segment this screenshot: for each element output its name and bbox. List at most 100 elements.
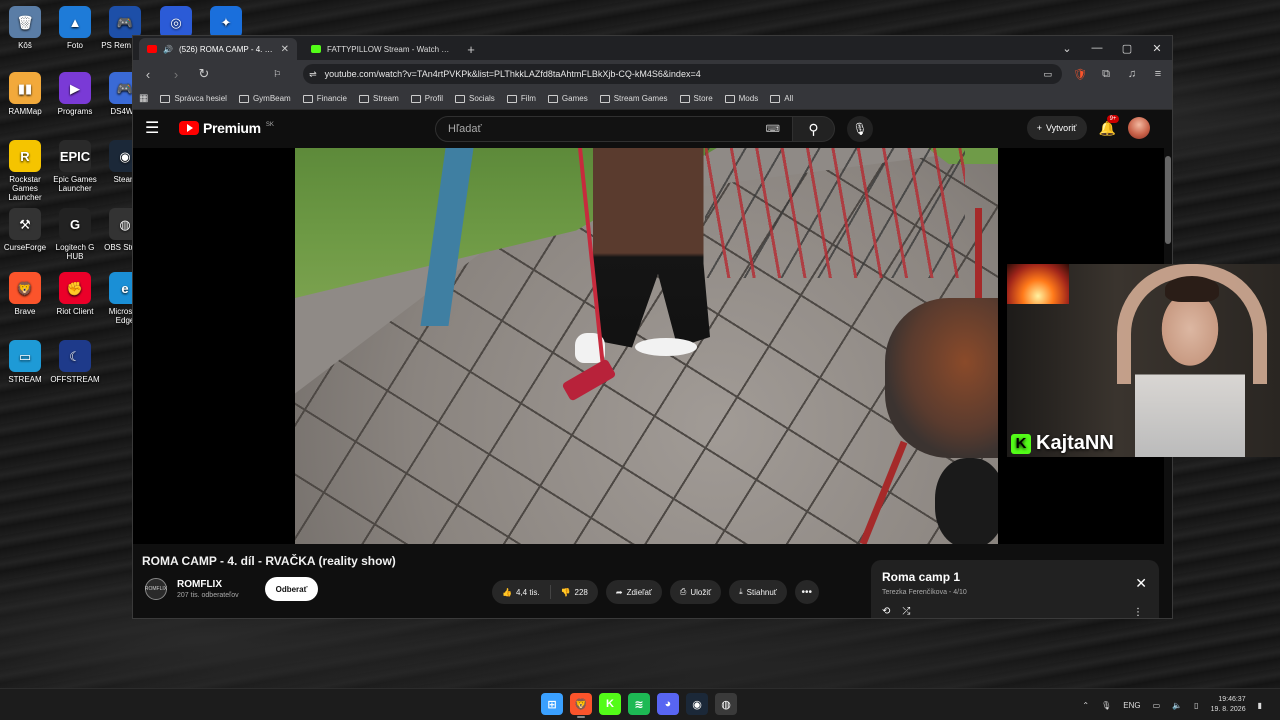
media-icon[interactable]: ♫: [1124, 68, 1140, 80]
bookmark-item[interactable]: GymBeam: [238, 94, 291, 103]
cast-icon[interactable]: ▭: [1043, 69, 1052, 80]
close-window-button[interactable]: ✕: [1142, 36, 1172, 60]
bookmark-item[interactable]: Financie: [302, 94, 347, 103]
scrollbar-thumb[interactable]: [1165, 156, 1171, 244]
back-icon[interactable]: ‹: [139, 67, 157, 82]
create-button[interactable]: + Vytvoriť: [1026, 116, 1087, 140]
bookmark-item[interactable]: Games: [547, 94, 588, 103]
brave-shield-icon[interactable]: 🛡: [1072, 68, 1088, 81]
download-button[interactable]: ⤓ Stiahnuť: [729, 580, 787, 604]
search-button[interactable]: ⚲: [793, 116, 835, 142]
url-field[interactable]: ⚐ ⇌ youtube.com/watch?v=TAn4rtPVKPk&list…: [273, 64, 1062, 84]
channel-info: ROMFLIX 207 tis. odberateľov: [177, 579, 239, 599]
notifications-button[interactable]: 🔔 9+: [1099, 114, 1120, 137]
channel-avatar[interactable]: ROMFLIX: [145, 578, 167, 600]
bookmark-item[interactable]: Store: [679, 94, 713, 103]
desktop-icon[interactable]: ▭ STREAM: [0, 340, 50, 384]
menu-icon[interactable]: ≡: [1150, 68, 1166, 80]
apps-grid-icon[interactable]: ▦: [139, 93, 148, 104]
taskbar-discord-icon[interactable]: ◕: [657, 693, 679, 715]
keyboard-icon[interactable]: ⌨: [766, 124, 780, 135]
youtube-logo[interactable]: Premium SK: [179, 120, 274, 136]
forward-icon[interactable]: ›: [167, 67, 185, 82]
desktop-icon[interactable]: R Rockstar Games Launcher: [0, 140, 50, 202]
close-playlist-icon[interactable]: ✕: [1135, 575, 1147, 592]
chevron-up-icon[interactable]: ⌃: [1082, 701, 1089, 710]
folder-icon: [455, 94, 466, 103]
bookmark-label: Socials: [469, 94, 495, 103]
desktop-icon[interactable]: 🦁 Brave: [0, 272, 50, 316]
clock[interactable]: 19:46:37 19. 8. 2026: [1211, 695, 1246, 715]
like-button[interactable]: 👍 4,4 tis.: [492, 580, 550, 604]
shuffle-icon[interactable]: ⤮: [902, 606, 910, 617]
account-avatar[interactable]: [1128, 117, 1150, 139]
language-indicator[interactable]: ENG: [1123, 701, 1140, 710]
desktop-icon[interactable]: ✊ Riot Client: [50, 272, 100, 316]
bookmark-item[interactable]: Film: [506, 94, 536, 103]
bookmark-item[interactable]: All: [770, 94, 793, 103]
hamburger-menu-icon[interactable]: ☰: [145, 118, 169, 138]
bookmark-label: All: [784, 94, 794, 103]
bookmark-item[interactable]: Stream Games: [599, 94, 668, 103]
video-title: ROMA CAMP - 4. díl - RVAČKA (reality sho…: [142, 554, 396, 568]
desktop-icon[interactable]: ▶ Programs: [50, 72, 100, 116]
desktop-icon[interactable]: ▮▮ RAMMap: [0, 72, 50, 116]
bookmark-item[interactable]: Profil: [410, 94, 443, 103]
playlist-more-icon[interactable]: ⋮: [1133, 607, 1143, 618]
new-tab-button[interactable]: +: [461, 38, 481, 60]
tab-youtube[interactable]: 🔊 (526) ROMA CAMP - 4. díl - R ✕: [139, 38, 297, 60]
repeat-icon[interactable]: ⟲: [882, 606, 890, 617]
channel-name[interactable]: ROMFLIX: [177, 579, 239, 590]
search-input[interactable]: Hľadať ⌨: [435, 116, 793, 142]
desktop-icon[interactable]: 🗑 Kôš: [0, 6, 50, 50]
desktop-icon[interactable]: G Logitech G HUB: [50, 208, 100, 261]
taskbar-spotify-icon[interactable]: ≋: [628, 693, 650, 715]
window-controls: ⌄ — ▢ ✕: [1052, 36, 1172, 60]
taskbar-steam-icon[interactable]: ◉: [686, 693, 708, 715]
video-frame[interactable]: [295, 148, 998, 544]
tab-kick[interactable]: FATTYPILLOW Stream - Watch Live o: [303, 38, 461, 60]
taskbar-kick-icon[interactable]: K: [599, 693, 621, 715]
more-icon: •••: [801, 586, 813, 598]
search-icon: ⚲: [808, 120, 819, 137]
bookmark-icon[interactable]: ⚐: [273, 69, 281, 80]
desktop-icon-label: Logitech G HUB: [55, 243, 95, 261]
battery-icon[interactable]: ▯: [1194, 701, 1198, 710]
display-icon[interactable]: ▭: [1153, 701, 1161, 710]
save-button[interactable]: ⎙ Uložiť: [669, 580, 722, 604]
close-tab-icon[interactable]: ✕: [281, 44, 289, 55]
voice-search-button[interactable]: 🎙: [847, 116, 873, 142]
extensions-icon[interactable]: ⧉: [1098, 68, 1114, 81]
thumbs-down-icon: 👎: [560, 587, 571, 597]
reload-icon[interactable]: ↻: [195, 66, 213, 82]
subscribe-button[interactable]: Odberať: [264, 577, 319, 601]
desktop-icon[interactable]: ☾ OFFSTREAM: [50, 340, 100, 384]
bookmark-item[interactable]: Stream: [358, 94, 399, 103]
desktop-icon[interactable]: EPIC Epic Games Launcher: [50, 140, 100, 193]
tab-search-icon[interactable]: ⌄: [1052, 36, 1082, 60]
folder-icon: [599, 94, 610, 103]
bookmark-item[interactable]: Správca hesiel: [160, 94, 227, 103]
microphone-icon[interactable]: 🎙: [1101, 701, 1111, 710]
app-icon: ⚒: [9, 208, 41, 240]
bookmark-item[interactable]: Socials: [455, 94, 495, 103]
desktop-icon-label: STREAM: [8, 375, 42, 384]
site-info-icon[interactable]: ⇌: [309, 69, 317, 80]
maximize-button[interactable]: ▢: [1112, 36, 1142, 60]
more-actions-button[interactable]: •••: [794, 580, 819, 604]
speaker-icon: 🔊: [163, 44, 173, 54]
folder-icon: [160, 94, 171, 103]
taskbar-brave-icon[interactable]: 🦁: [570, 693, 592, 718]
taskbar-obs-icon[interactable]: ◍: [715, 693, 737, 715]
bookmark-item[interactable]: Mods: [724, 94, 758, 103]
playlist-title[interactable]: Roma camp 1: [882, 570, 1149, 584]
minimize-button[interactable]: —: [1082, 36, 1112, 60]
taskbar-windows-start-icon[interactable]: ⊞: [541, 693, 563, 715]
notification-icon[interactable]: ▮: [1258, 701, 1262, 710]
desktop-icon[interactable]: ▲ Foto: [50, 6, 100, 50]
dislike-button[interactable]: 👎 228: [551, 580, 598, 604]
share-button[interactable]: ➦ Zdieľať: [605, 580, 662, 604]
volume-icon[interactable]: 🔈: [1172, 701, 1182, 710]
desktop-icon[interactable]: ⚒ CurseForge: [0, 208, 50, 252]
bookmark-label: Store: [693, 94, 713, 103]
